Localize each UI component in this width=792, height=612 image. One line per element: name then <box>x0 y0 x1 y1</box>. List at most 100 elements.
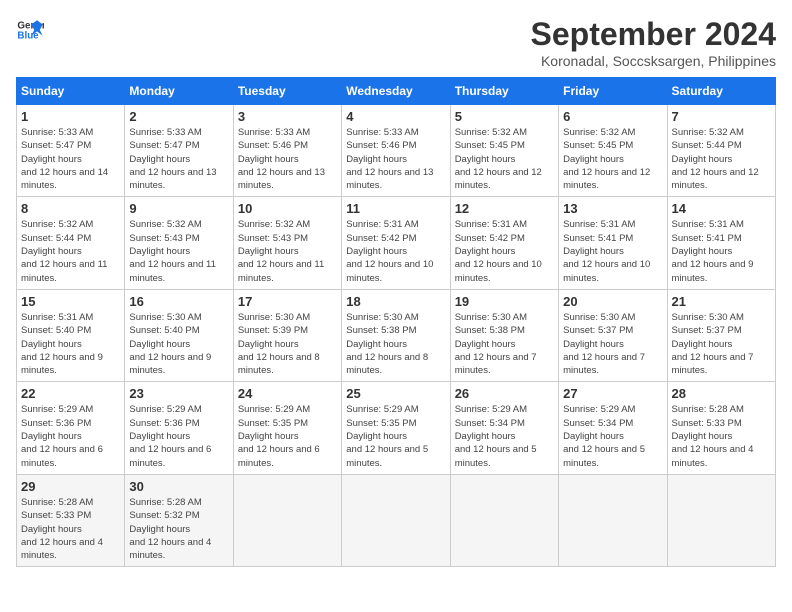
day-detail: Sunrise: 5:33 AMSunset: 5:46 PMDaylight … <box>238 126 337 192</box>
day-detail: Sunrise: 5:32 AMSunset: 5:44 PMDaylight … <box>672 126 771 192</box>
day-detail: Sunrise: 5:29 AMSunset: 5:35 PMDaylight … <box>238 403 337 469</box>
day-detail: Sunrise: 5:29 AMSunset: 5:36 PMDaylight … <box>129 403 228 469</box>
day-number: 28 <box>672 386 771 401</box>
logo-icon: General Blue <box>16 16 44 44</box>
day-number: 20 <box>563 294 662 309</box>
calendar-cell: 9Sunrise: 5:32 AMSunset: 5:43 PMDaylight… <box>125 197 233 289</box>
calendar-cell: 25Sunrise: 5:29 AMSunset: 5:35 PMDayligh… <box>342 382 450 474</box>
calendar-cell <box>667 474 775 566</box>
day-number: 21 <box>672 294 771 309</box>
title-area: September 2024 Koronadal, Soccsksargen, … <box>531 16 776 69</box>
weekday-header-wednesday: Wednesday <box>342 78 450 105</box>
day-number: 17 <box>238 294 337 309</box>
day-detail: Sunrise: 5:30 AMSunset: 5:38 PMDaylight … <box>346 311 445 377</box>
day-detail: Sunrise: 5:29 AMSunset: 5:34 PMDaylight … <box>563 403 662 469</box>
calendar-cell: 1Sunrise: 5:33 AMSunset: 5:47 PMDaylight… <box>17 105 125 197</box>
day-number: 12 <box>455 201 554 216</box>
day-detail: Sunrise: 5:29 AMSunset: 5:34 PMDaylight … <box>455 403 554 469</box>
calendar-week-row: 8 Sunrise: 5:32 AMSunset: 5:44 PMDaylight… <box>17 197 776 289</box>
calendar-cell: 14Sunrise: 5:31 AMSunset: 5:41 PMDayligh… <box>667 197 775 289</box>
calendar-cell: 4 Sunrise: 5:33 AMSunset: 5:46 PMDaylight… <box>342 105 450 197</box>
day-number: 26 <box>455 386 554 401</box>
day-number: 23 <box>129 386 228 401</box>
day-number: 1 <box>21 109 120 124</box>
calendar-cell: 27Sunrise: 5:29 AMSunset: 5:34 PMDayligh… <box>559 382 667 474</box>
day-detail: Sunrise: 5:31 AMSunset: 5:40 PMDaylight … <box>21 311 120 377</box>
day-detail: Sunrise: 5:29 AMSunset: 5:35 PMDaylight … <box>346 403 445 469</box>
weekday-header-tuesday: Tuesday <box>233 78 341 105</box>
calendar-cell: 7 Sunrise: 5:32 AMSunset: 5:44 PMDaylight… <box>667 105 775 197</box>
day-detail: Sunrise: 5:30 AMSunset: 5:40 PMDaylight … <box>129 311 228 377</box>
weekday-header-saturday: Saturday <box>667 78 775 105</box>
calendar-cell: 5Sunrise: 5:32 AMSunset: 5:45 PMDaylight… <box>450 105 558 197</box>
day-number: 7 <box>672 109 771 124</box>
day-detail: Sunrise: 5:29 AMSunset: 5:36 PMDaylight … <box>21 403 120 469</box>
calendar-cell: 12Sunrise: 5:31 AMSunset: 5:42 PMDayligh… <box>450 197 558 289</box>
calendar-cell: 28 Sunrise: 5:28 AMSunset: 5:33 PMDayligh… <box>667 382 775 474</box>
calendar-cell: 15Sunrise: 5:31 AMSunset: 5:40 PMDayligh… <box>17 289 125 381</box>
day-detail: Sunrise: 5:32 AMSunset: 5:45 PMDaylight … <box>455 126 554 192</box>
calendar-cell: 21Sunrise: 5:30 AMSunset: 5:37 PMDayligh… <box>667 289 775 381</box>
weekday-header-friday: Friday <box>559 78 667 105</box>
calendar-cell: 23 Sunrise: 5:29 AMSunset: 5:36 PMDayligh… <box>125 382 233 474</box>
day-detail: Sunrise: 5:28 AMSunset: 5:32 PMDaylight … <box>129 496 228 562</box>
calendar-table: SundayMondayTuesdayWednesdayThursdayFrid… <box>16 77 776 567</box>
calendar-cell: 22Sunrise: 5:29 AMSunset: 5:36 PMDayligh… <box>17 382 125 474</box>
weekday-header-row: SundayMondayTuesdayWednesdayThursdayFrid… <box>17 78 776 105</box>
calendar-cell: 6 Sunrise: 5:32 AMSunset: 5:45 PMDaylight… <box>559 105 667 197</box>
calendar-cell: 13 Sunrise: 5:31 AMSunset: 5:41 PMDayligh… <box>559 197 667 289</box>
location-title: Koronadal, Soccsksargen, Philippines <box>531 53 776 69</box>
calendar-cell <box>559 474 667 566</box>
calendar-cell <box>342 474 450 566</box>
calendar-cell <box>233 474 341 566</box>
calendar-cell: 8 Sunrise: 5:32 AMSunset: 5:44 PMDaylight… <box>17 197 125 289</box>
day-detail: Sunrise: 5:28 AMSunset: 5:33 PMDaylight … <box>672 403 771 469</box>
day-number: 4 <box>346 109 445 124</box>
day-detail: Sunrise: 5:30 AMSunset: 5:37 PMDaylight … <box>563 311 662 377</box>
day-detail: Sunrise: 5:32 AMSunset: 5:45 PMDaylight … <box>563 126 662 192</box>
day-detail: Sunrise: 5:33 AMSunset: 5:47 PMDaylight … <box>129 126 228 192</box>
day-detail: Sunrise: 5:30 AMSunset: 5:38 PMDaylight … <box>455 311 554 377</box>
day-number: 19 <box>455 294 554 309</box>
day-number: 13 <box>563 201 662 216</box>
day-detail: Sunrise: 5:30 AMSunset: 5:39 PMDaylight … <box>238 311 337 377</box>
calendar-cell: 18 Sunrise: 5:30 AMSunset: 5:38 PMDayligh… <box>342 289 450 381</box>
weekday-header-thursday: Thursday <box>450 78 558 105</box>
day-number: 8 <box>21 201 120 216</box>
calendar-cell: 19 Sunrise: 5:30 AMSunset: 5:38 PMDayligh… <box>450 289 558 381</box>
calendar-cell: 16Sunrise: 5:30 AMSunset: 5:40 PMDayligh… <box>125 289 233 381</box>
calendar-cell: 2Sunrise: 5:33 AMSunset: 5:47 PMDaylight… <box>125 105 233 197</box>
calendar-cell: 24 Sunrise: 5:29 AMSunset: 5:35 PMDayligh… <box>233 382 341 474</box>
day-detail: Sunrise: 5:31 AMSunset: 5:41 PMDaylight … <box>563 218 662 284</box>
weekday-header-sunday: Sunday <box>17 78 125 105</box>
day-number: 18 <box>346 294 445 309</box>
calendar-week-row: 22Sunrise: 5:29 AMSunset: 5:36 PMDayligh… <box>17 382 776 474</box>
day-detail: Sunrise: 5:32 AMSunset: 5:44 PMDaylight … <box>21 218 120 284</box>
day-number: 24 <box>238 386 337 401</box>
calendar-cell: 20 Sunrise: 5:30 AMSunset: 5:37 PMDayligh… <box>559 289 667 381</box>
day-detail: Sunrise: 5:31 AMSunset: 5:42 PMDaylight … <box>346 218 445 284</box>
month-title: September 2024 <box>531 16 776 53</box>
calendar-cell: 17 Sunrise: 5:30 AMSunset: 5:39 PMDayligh… <box>233 289 341 381</box>
calendar-week-row: 15Sunrise: 5:31 AMSunset: 5:40 PMDayligh… <box>17 289 776 381</box>
calendar-week-row: 29 Sunrise: 5:28 AMSunset: 5:33 PMDayligh… <box>17 474 776 566</box>
day-detail: Sunrise: 5:32 AMSunset: 5:43 PMDaylight … <box>129 218 228 284</box>
calendar-cell: 29 Sunrise: 5:28 AMSunset: 5:33 PMDayligh… <box>17 474 125 566</box>
logo: General Blue <box>16 16 44 44</box>
page-header: General Blue September 2024 Koronadal, S… <box>16 16 776 69</box>
day-detail: Sunrise: 5:33 AMSunset: 5:46 PMDaylight … <box>346 126 445 192</box>
day-number: 11 <box>346 201 445 216</box>
calendar-cell <box>450 474 558 566</box>
day-number: 30 <box>129 479 228 494</box>
day-detail: Sunrise: 5:28 AMSunset: 5:33 PMDaylight … <box>21 496 120 562</box>
calendar-week-row: 1 Sunrise: 5:33 AMSunset: 5:47 PMDaylight… <box>17 105 776 197</box>
day-number: 3 <box>238 109 337 124</box>
calendar-cell: 30 Sunrise: 5:28 AMSunset: 5:32 PMDayligh… <box>125 474 233 566</box>
calendar-cell: 10 Sunrise: 5:32 AMSunset: 5:43 PMDayligh… <box>233 197 341 289</box>
weekday-header-monday: Monday <box>125 78 233 105</box>
day-detail: Sunrise: 5:31 AMSunset: 5:41 PMDaylight … <box>672 218 771 284</box>
day-detail: Sunrise: 5:32 AMSunset: 5:43 PMDaylight … <box>238 218 337 284</box>
day-number: 29 <box>21 479 120 494</box>
day-number: 6 <box>563 109 662 124</box>
day-number: 10 <box>238 201 337 216</box>
